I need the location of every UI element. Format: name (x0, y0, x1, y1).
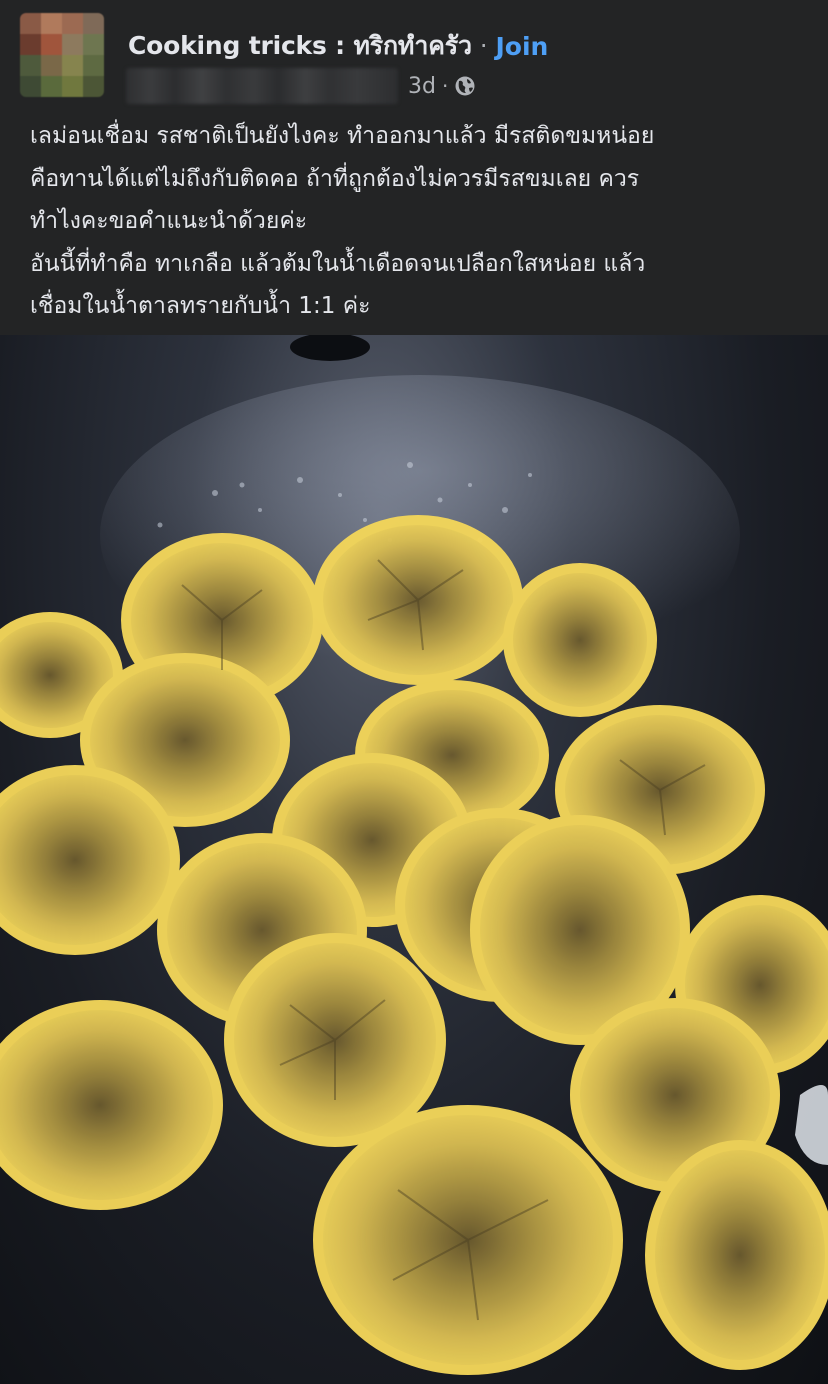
candied-lemon-slices-photo (0, 335, 828, 1375)
meta-separator-dot: · (441, 74, 449, 98)
lemon-slice (503, 563, 657, 717)
lemon-slice (0, 1000, 223, 1210)
post-photo[interactable] (0, 335, 828, 1384)
post-text-line: อันนี้ที่ทำคือ ทาเกลือ แล้วต้มในน้ำเดือด… (30, 250, 646, 277)
post-text-line: คือทานได้แต่ไม่ถึงกับติดคอ ถ้าที่ถูกต้อง… (30, 165, 640, 192)
group-name-link[interactable]: Cooking tricks : ทริกทำครัว (128, 26, 472, 66)
post-header: Cooking tricks : ทริกทำครัว · Join 3d · (0, 0, 828, 110)
group-avatar[interactable] (20, 13, 104, 97)
globe-icon[interactable] (454, 75, 476, 97)
post-text-line: เชื่อมในน้ำตาลทรายกับน้ำ 1:1 ค่ะ (30, 293, 371, 319)
post-text-line: ทำไงคะขอคำแนะนำด้วยค่ะ (30, 208, 308, 234)
post-card: Cooking tricks : ทริกทำครัว · Join 3d · … (0, 0, 828, 1384)
author-name-redacted[interactable] (126, 68, 398, 104)
post-timestamp[interactable]: 3d (408, 74, 436, 99)
lemon-slice (0, 765, 180, 955)
join-button[interactable]: Join (495, 32, 548, 61)
separator-dot: · (479, 32, 488, 60)
post-message: เลม่อนเชื่อม รสชาติเป็นยังไงคะ ทำออกมาแล… (30, 115, 810, 328)
group-line: Cooking tricks : ทริกทำครัว · Join (128, 28, 548, 64)
lemon-slice (645, 1140, 828, 1370)
post-meta: 3d · (126, 66, 476, 106)
post-text-line: เลม่อนเชื่อม รสชาติเป็นยังไงคะ ทำออกมาแล… (30, 123, 655, 149)
